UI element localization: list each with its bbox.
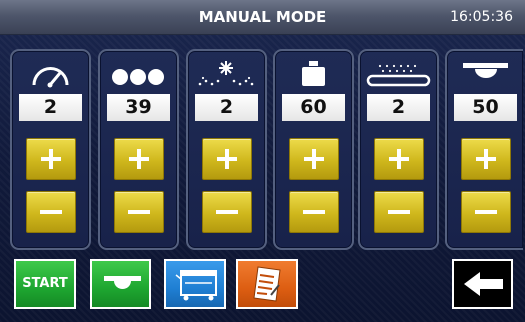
- page-title: MANUAL MODE: [198, 8, 327, 26]
- weight-decrease-button[interactable]: [289, 191, 339, 233]
- panel-rollers: 39: [98, 49, 179, 250]
- spray-decrease-button[interactable]: [202, 191, 252, 233]
- weight-value: 60: [282, 94, 345, 121]
- conveyor-icon: [104, 276, 141, 289]
- screen: MANUAL MODE 16:05:36 2 39 2 60 2 50 STAR…: [0, 0, 525, 322]
- rollers-increase-button[interactable]: [114, 138, 164, 180]
- report-button[interactable]: [236, 259, 298, 309]
- weight-icon: [302, 61, 325, 86]
- belt-decrease-button[interactable]: [374, 191, 424, 233]
- minus-icon: [40, 210, 62, 214]
- speed-value: 2: [19, 94, 82, 121]
- machine-button[interactable]: [164, 259, 226, 309]
- speedometer-icon: [32, 67, 69, 88]
- plus-icon: [129, 149, 149, 169]
- panel-spray: 2: [186, 49, 267, 250]
- clock: 16:05:36: [450, 9, 513, 25]
- minus-icon: [388, 210, 410, 214]
- belt-icon: [366, 64, 431, 87]
- rollers-value: 39: [107, 94, 170, 121]
- title-bar: MANUAL MODE 16:05:36: [0, 0, 525, 35]
- panel-belt: 2: [358, 49, 439, 250]
- machine-icon: [175, 270, 217, 301]
- minus-icon: [475, 210, 497, 214]
- speed-decrease-button[interactable]: [26, 191, 76, 233]
- minus-icon: [303, 210, 325, 214]
- minus-icon: [128, 210, 150, 214]
- report-icon: [253, 266, 281, 302]
- start-button[interactable]: START: [14, 259, 76, 309]
- back-button[interactable]: [452, 259, 513, 309]
- arrow-left-icon: [464, 272, 503, 296]
- press-value: 50: [454, 94, 517, 121]
- rollers-decrease-button[interactable]: [114, 191, 164, 233]
- belt-value: 2: [367, 94, 430, 121]
- belt-increase-button[interactable]: [374, 138, 424, 180]
- plus-icon: [304, 149, 324, 169]
- plus-icon: [41, 149, 61, 169]
- spray-icon: [198, 61, 254, 86]
- panel-speed: 2: [10, 49, 91, 250]
- spray-value: 2: [195, 94, 258, 121]
- panel-weight: 60: [273, 49, 354, 250]
- panel-press: 50: [445, 49, 523, 250]
- press-decrease-button[interactable]: [461, 191, 511, 233]
- speed-increase-button[interactable]: [26, 138, 76, 180]
- plus-icon: [217, 149, 237, 169]
- plus-icon: [389, 149, 409, 169]
- spray-increase-button[interactable]: [202, 138, 252, 180]
- minus-icon: [216, 210, 238, 214]
- weight-increase-button[interactable]: [289, 138, 339, 180]
- press-icon: [463, 63, 508, 78]
- plus-icon: [476, 149, 496, 169]
- conveyor-button[interactable]: [90, 259, 151, 309]
- press-increase-button[interactable]: [461, 138, 511, 180]
- rollers-icon: [112, 69, 164, 85]
